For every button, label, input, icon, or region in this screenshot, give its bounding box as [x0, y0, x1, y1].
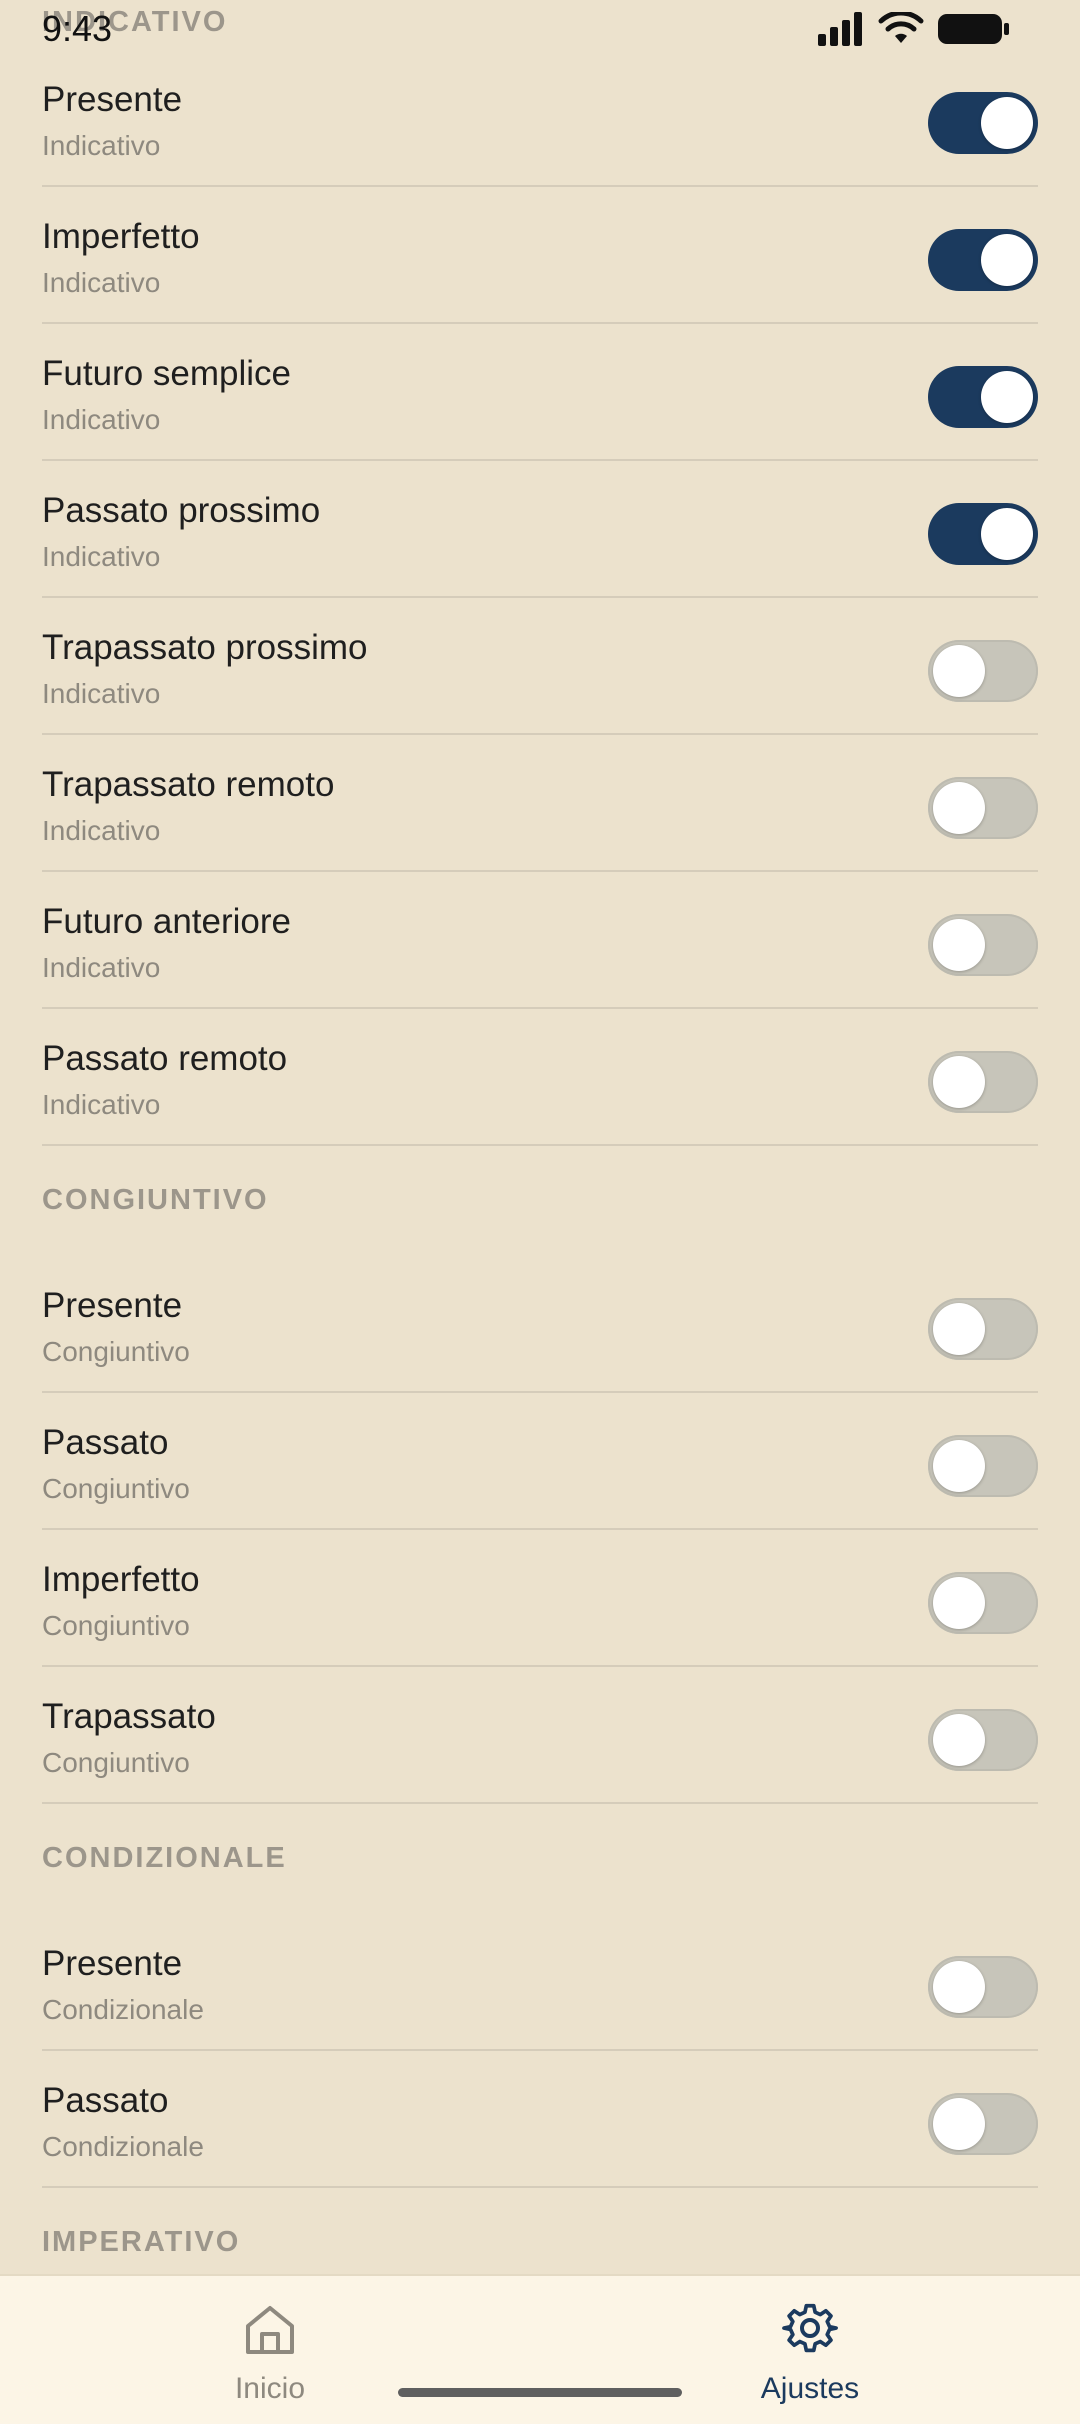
toggle-knob	[933, 1056, 985, 1108]
signal-icon	[818, 12, 864, 46]
section-header-congiuntivo: CONGIUNTIVO	[42, 1146, 1038, 1256]
tense-toggle[interactable]	[928, 92, 1038, 154]
tense-title: Trapassato remoto	[42, 765, 335, 804]
tense-list: Presente Indicativo Imperfetto Indicativo Fu…	[0, 50, 1080, 2274]
tense-row[interactable]: Presente Congiuntivo	[42, 1256, 1038, 1393]
toggle-knob	[933, 645, 985, 697]
gear-icon	[782, 2302, 838, 2358]
tense-title: Presente	[42, 1944, 183, 1983]
tense-row[interactable]: Passato Congiuntivo	[42, 1393, 1038, 1530]
tense-mood-subtitle: Indicativo	[42, 815, 161, 846]
tense-row[interactable]: Passato Condizionale	[42, 2051, 1038, 2188]
section-header-label: IMPERATIVO	[42, 2226, 241, 2258]
section-header-condizionale: CONDIZIONALE	[42, 1804, 1038, 1914]
home-indicator	[398, 2388, 682, 2397]
tense-title: Passato	[42, 2081, 169, 2120]
tense-title: Passato	[42, 1423, 169, 1462]
section-header-imperativo: IMPERATIVO	[42, 2188, 1038, 2274]
settings-list-scroll[interactable]: INDICATIVO Presente Indicativo Imperfetto I…	[0, 0, 1080, 2274]
tense-row[interactable]: Passato prossimo Indicativo	[42, 461, 1038, 598]
nav-home-label: Inicio	[234, 2372, 306, 2405]
tense-row[interactable]: Presente Condizionale	[42, 1914, 1038, 2051]
nav-home[interactable]: Inicio	[120, 2276, 420, 2424]
bottom-nav: Inicio Ajustes	[0, 2274, 1080, 2424]
tense-toggle[interactable]	[928, 1572, 1038, 1634]
toggle-knob	[933, 1440, 985, 1492]
tense-toggle[interactable]	[928, 1709, 1038, 1771]
tense-title: Futuro semplice	[42, 354, 291, 393]
toggle-knob	[933, 2098, 985, 2150]
nav-settings-label: Ajustes	[760, 2372, 860, 2405]
tense-toggle[interactable]	[928, 366, 1038, 428]
tense-row[interactable]: Passato remoto Indicativo	[42, 1009, 1038, 1146]
home-icon	[242, 2302, 298, 2358]
toggle-knob	[981, 97, 1033, 149]
tense-mood-subtitle: Condizionale	[42, 2131, 204, 2162]
tense-mood-subtitle: Indicativo	[42, 678, 161, 709]
section-header-label: CONDIZIONALE	[42, 1842, 287, 1874]
wifi-icon	[878, 12, 924, 46]
tense-mood-subtitle: Indicativo	[42, 1089, 161, 1120]
status-icons	[818, 12, 1010, 46]
status-time: 9:43	[42, 8, 113, 49]
tense-mood-subtitle: Congiuntivo	[42, 1473, 190, 1504]
tense-mood-subtitle: Indicativo	[42, 541, 161, 572]
tense-mood-subtitle: Condizionale	[42, 1994, 204, 2025]
tense-mood-subtitle: Indicativo	[42, 130, 161, 161]
toggle-knob	[933, 1961, 985, 2013]
tense-title: Trapassato	[42, 1697, 216, 1736]
tense-row[interactable]: Trapassato Congiuntivo	[42, 1667, 1038, 1804]
tense-toggle[interactable]	[928, 1298, 1038, 1360]
settings-screen: 9:43 INDICATIVO Presente Indicativo Impe…	[0, 0, 1080, 2424]
nav-settings[interactable]: Ajustes	[660, 2276, 960, 2424]
tense-toggle[interactable]	[928, 1956, 1038, 2018]
toggle-knob	[933, 1303, 985, 1355]
tense-title: Presente	[42, 80, 183, 119]
tense-toggle[interactable]	[928, 503, 1038, 565]
toggle-knob	[933, 919, 985, 971]
tense-title: Presente	[42, 1286, 183, 1325]
tense-toggle[interactable]	[928, 2093, 1038, 2155]
section-header-label: CONGIUNTIVO	[42, 1184, 269, 1216]
toggle-knob	[981, 371, 1033, 423]
tense-title: Trapassato prossimo	[42, 628, 368, 667]
tense-mood-subtitle: Congiuntivo	[42, 1747, 190, 1778]
tense-row[interactable]: Imperfetto Congiuntivo	[42, 1530, 1038, 1667]
battery-icon	[938, 12, 1010, 46]
tense-toggle[interactable]	[928, 1051, 1038, 1113]
tense-title: Imperfetto	[42, 1560, 200, 1599]
tense-title: Futuro anteriore	[42, 902, 292, 941]
toggle-knob	[981, 508, 1033, 560]
toggle-knob	[933, 782, 985, 834]
tense-toggle[interactable]	[928, 229, 1038, 291]
tense-toggle[interactable]	[928, 914, 1038, 976]
tense-row[interactable]: Futuro anteriore Indicativo	[42, 872, 1038, 1009]
toggle-knob	[933, 1714, 985, 1766]
tense-mood-subtitle: Indicativo	[42, 952, 161, 983]
tense-title: Imperfetto	[42, 217, 200, 256]
tense-title: Passato remoto	[42, 1039, 288, 1078]
tense-row[interactable]: Trapassato prossimo Indicativo	[42, 598, 1038, 735]
toggle-knob	[933, 1577, 985, 1629]
tense-toggle[interactable]	[928, 1435, 1038, 1497]
tense-title: Passato prossimo	[42, 491, 321, 530]
tense-row[interactable]: Presente Indicativo	[42, 50, 1038, 187]
tense-mood-subtitle: Congiuntivo	[42, 1610, 190, 1641]
tense-row[interactable]: Futuro semplice Indicativo	[42, 324, 1038, 461]
tense-mood-subtitle: Congiuntivo	[42, 1336, 190, 1367]
tense-toggle[interactable]	[928, 777, 1038, 839]
toggle-knob	[981, 234, 1033, 286]
tense-mood-subtitle: Indicativo	[42, 404, 161, 435]
tense-toggle[interactable]	[928, 640, 1038, 702]
status-bar: 9:43	[0, 0, 1080, 60]
tense-mood-subtitle: Indicativo	[42, 267, 161, 298]
tense-row[interactable]: Trapassato remoto Indicativo	[42, 735, 1038, 872]
tense-row[interactable]: Imperfetto Indicativo	[42, 187, 1038, 324]
